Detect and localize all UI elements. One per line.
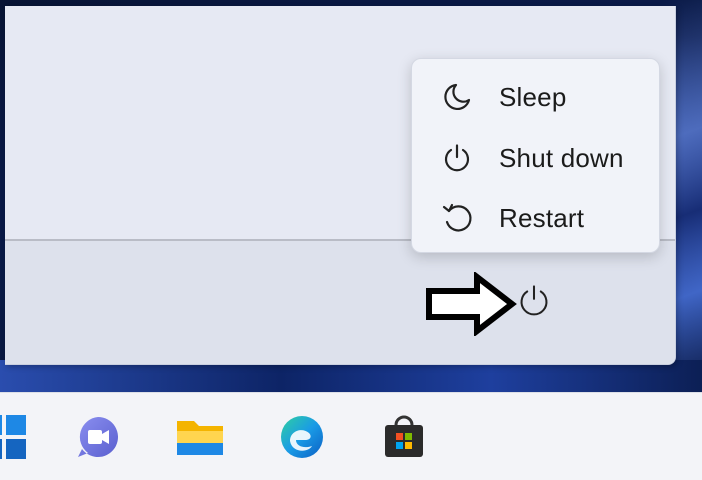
menu-item-label: Restart [499,202,585,233]
menu-item-label: Sleep [499,81,567,112]
power-icon [440,141,474,175]
power-button[interactable] [512,283,556,321]
taskbar-file-explorer-button[interactable] [174,413,226,465]
power-options-menu: Sleep Shut down Restart [411,58,660,253]
menu-item-sleep[interactable]: Sleep [412,69,659,125]
pointer-arrow-icon [426,272,517,336]
menu-item-label: Shut down [499,142,624,173]
restart-icon [440,201,474,235]
folder-icon [174,413,226,465]
taskbar-chat-button[interactable] [72,413,124,465]
store-bag-icon [380,413,428,465]
start-menu-footer [5,241,675,364]
teams-chat-icon [74,413,122,465]
taskbar [0,392,702,480]
windows-logo-icon [0,413,28,465]
menu-item-restart[interactable]: Restart [412,190,659,246]
taskbar-start-button[interactable] [0,413,30,465]
taskbar-edge-button[interactable] [276,413,328,465]
menu-item-shut-down[interactable]: Shut down [412,130,659,186]
taskbar-store-button[interactable] [378,413,430,465]
moon-icon [440,80,474,114]
edge-icon [278,413,326,465]
power-icon [517,283,551,321]
